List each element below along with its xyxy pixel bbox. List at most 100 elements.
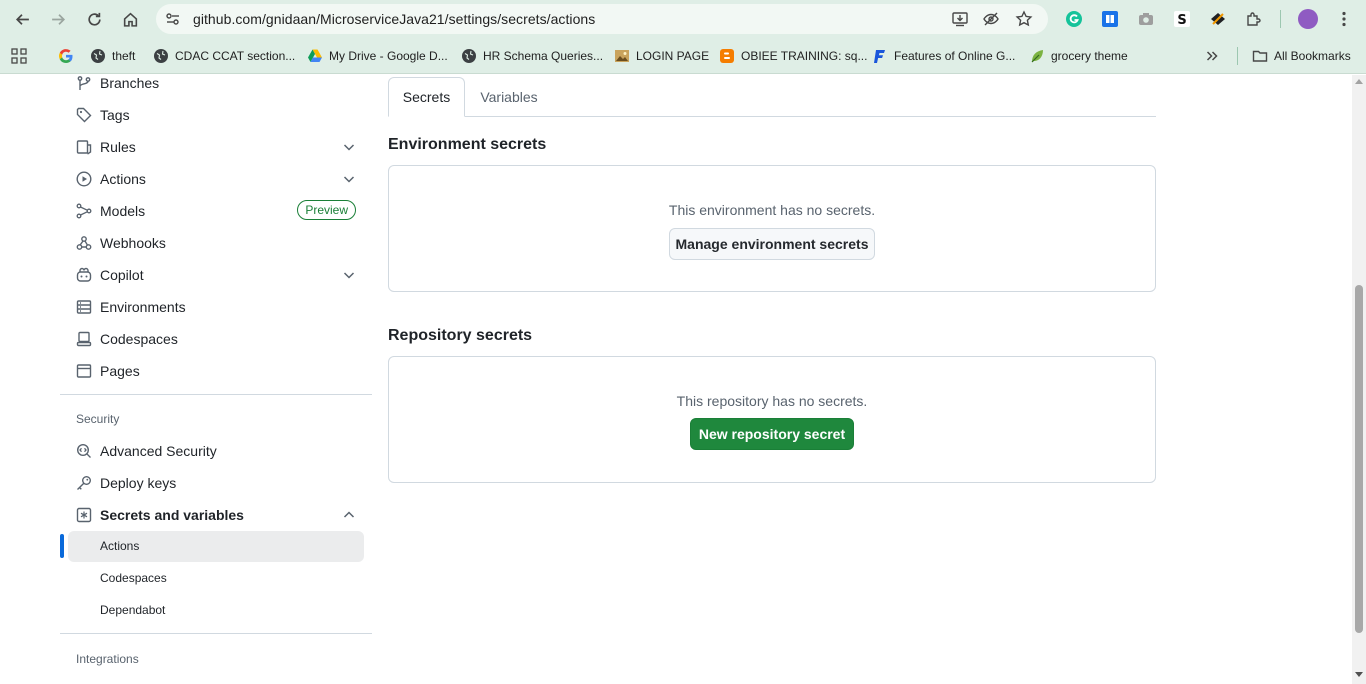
asterisk-icon bbox=[76, 507, 92, 523]
bookmark-cdac[interactable]: CDAC CCAT section... bbox=[153, 47, 295, 65]
home-icon bbox=[123, 12, 137, 27]
reload-icon bbox=[87, 12, 101, 26]
branch-icon bbox=[77, 76, 91, 90]
sidebar-item-label: Codespaces bbox=[100, 331, 178, 347]
server-icon bbox=[76, 300, 92, 314]
svg-text:S: S bbox=[1177, 13, 1186, 28]
sidebar-item-deploy-keys[interactable]: Deploy keys bbox=[68, 468, 364, 498]
sidebar-subitem-actions[interactable]: Actions bbox=[68, 531, 364, 562]
sidebar-item-copilot[interactable]: Copilot bbox=[68, 260, 364, 290]
github-settings-page: Branches Tags Rules Actions Models Previ… bbox=[0, 75, 1352, 684]
bookmark-label: CDAC CCAT section... bbox=[175, 49, 296, 63]
f-logo-icon bbox=[872, 48, 888, 64]
sidebar-item-label: Webhooks bbox=[100, 235, 166, 251]
install-app-icon[interactable] bbox=[951, 10, 969, 28]
page-scrollbar[interactable] bbox=[1352, 75, 1366, 684]
profile-avatar[interactable] bbox=[1298, 9, 1318, 29]
sidebar-item-branches[interactable]: Branches bbox=[68, 75, 364, 98]
chevron-down-icon bbox=[343, 144, 355, 151]
forward-button[interactable] bbox=[45, 7, 71, 31]
bookmark-theft[interactable]: theft bbox=[90, 47, 135, 65]
sidebar-item-label: Deploy keys bbox=[100, 475, 177, 491]
google-icon bbox=[58, 48, 74, 64]
leaf-icon bbox=[1029, 48, 1045, 64]
tab-variables[interactable]: Variables bbox=[468, 77, 550, 117]
sidebar-item-webhooks[interactable]: Webhooks bbox=[68, 228, 364, 258]
bookmark-login-page[interactable]: LOGIN PAGE bbox=[614, 47, 709, 65]
more-bookmarks-button[interactable] bbox=[1204, 47, 1220, 65]
bookmark-google[interactable] bbox=[58, 47, 80, 65]
bookmark-my-drive[interactable]: My Drive - Google D... bbox=[307, 47, 448, 65]
repository-secrets-title: Repository secrets bbox=[388, 327, 533, 344]
kebab-menu-icon[interactable] bbox=[1334, 9, 1354, 29]
bookmark-obiee-training[interactable]: OBIEE TRAINING: sq... bbox=[719, 47, 867, 65]
address-bar[interactable]: github.com/gnidaan/MicroserviceJava21/se… bbox=[156, 4, 1048, 34]
tab-secrets[interactable]: Secrets bbox=[388, 77, 465, 117]
site-info-icon[interactable] bbox=[164, 10, 182, 28]
sidebar-item-label: Advanced Security bbox=[100, 443, 217, 459]
play-icon bbox=[76, 171, 92, 187]
bookmark-label: HR Schema Queries... bbox=[483, 49, 604, 63]
bookmark-hr-schema[interactable]: HR Schema Queries... bbox=[461, 47, 603, 65]
all-bookmarks-label: All Bookmarks bbox=[1274, 49, 1351, 63]
sidebar-item-advanced-security[interactable]: Advanced Security bbox=[68, 436, 364, 466]
sidebar-item-secrets-and-variables[interactable]: Secrets and variables bbox=[68, 500, 364, 530]
spy-extension-icon[interactable] bbox=[1208, 9, 1228, 29]
scroll-up-arrow-icon[interactable] bbox=[1355, 79, 1363, 84]
sidebar-divider bbox=[60, 394, 372, 395]
sidebar-subitem-dependabot[interactable]: Dependabot bbox=[68, 595, 364, 626]
new-repository-secret-button[interactable]: New repository secret bbox=[690, 418, 854, 450]
sidebar-item-label: Pages bbox=[100, 363, 140, 379]
bookmark-label: grocery theme bbox=[1051, 49, 1128, 63]
repository-secrets-box: This repository has no secrets. New repo… bbox=[388, 356, 1156, 483]
sidebar-subitem-codespaces[interactable]: Codespaces bbox=[68, 563, 364, 594]
s-extension-icon[interactable]: S bbox=[1172, 9, 1192, 29]
sidebar-item-label: Tags bbox=[100, 107, 130, 123]
all-bookmarks-button[interactable]: All Bookmarks bbox=[1252, 47, 1351, 65]
url-text[interactable]: github.com/gnidaan/MicroserviceJava21/se… bbox=[193, 11, 595, 27]
sidebar-heading-security: Security bbox=[76, 412, 120, 426]
rules-icon bbox=[76, 140, 92, 155]
globe-icon bbox=[461, 48, 477, 64]
sidebar-item-actions[interactable]: Actions bbox=[68, 164, 364, 194]
sidebar-item-rules[interactable]: Rules bbox=[68, 132, 364, 162]
arrow-left-icon bbox=[15, 13, 29, 25]
sidebar-subitem-label: Dependabot bbox=[100, 603, 166, 617]
scrollbar-thumb[interactable] bbox=[1355, 285, 1363, 633]
bookmark-features-online[interactable]: Features of Online G... bbox=[872, 47, 1015, 65]
tabs-underline bbox=[388, 116, 1156, 117]
reader-extension-icon[interactable] bbox=[1100, 9, 1120, 29]
chevron-up-icon bbox=[343, 511, 355, 518]
bookmark-label: OBIEE TRAINING: sq... bbox=[741, 49, 868, 63]
key-icon bbox=[77, 476, 91, 490]
sidebar-item-models[interactable]: Models Preview bbox=[68, 196, 364, 226]
home-button[interactable] bbox=[117, 7, 143, 31]
sidebar-item-codespaces[interactable]: Codespaces bbox=[68, 324, 364, 354]
manage-environment-secrets-button[interactable]: Manage environment secrets bbox=[669, 228, 875, 260]
apps-grid-icon bbox=[11, 48, 27, 64]
codescan-icon bbox=[76, 443, 91, 458]
eye-off-icon[interactable] bbox=[982, 10, 1000, 28]
extensions-puzzle-icon[interactable] bbox=[1244, 9, 1264, 29]
sidebar-item-environments[interactable]: Environments bbox=[68, 292, 364, 322]
reload-button[interactable] bbox=[81, 7, 107, 31]
toolbar-divider bbox=[1280, 10, 1281, 28]
apps-grid-button[interactable] bbox=[11, 47, 27, 65]
image-icon bbox=[614, 48, 630, 64]
sidebar-item-label: Environments bbox=[100, 299, 186, 315]
blogger-icon bbox=[719, 48, 735, 64]
environment-empty-message: This environment has no secrets. bbox=[668, 202, 876, 218]
sidebar-item-tags[interactable]: Tags bbox=[68, 100, 364, 130]
models-icon bbox=[76, 203, 92, 219]
sidebar-item-pages[interactable]: Pages bbox=[68, 356, 364, 386]
bookmark-grocery-theme[interactable]: grocery theme bbox=[1029, 47, 1128, 65]
folder-icon bbox=[1252, 48, 1268, 64]
star-icon[interactable] bbox=[1015, 10, 1033, 28]
grammarly-icon[interactable] bbox=[1064, 9, 1084, 29]
camera-icon[interactable] bbox=[1136, 9, 1156, 29]
scroll-down-arrow-icon[interactable] bbox=[1355, 672, 1363, 677]
bookmark-label: theft bbox=[112, 49, 136, 63]
arrow-right-icon bbox=[51, 13, 65, 25]
back-button[interactable] bbox=[9, 7, 35, 31]
sidebar-subitem-label: Actions bbox=[100, 539, 140, 553]
